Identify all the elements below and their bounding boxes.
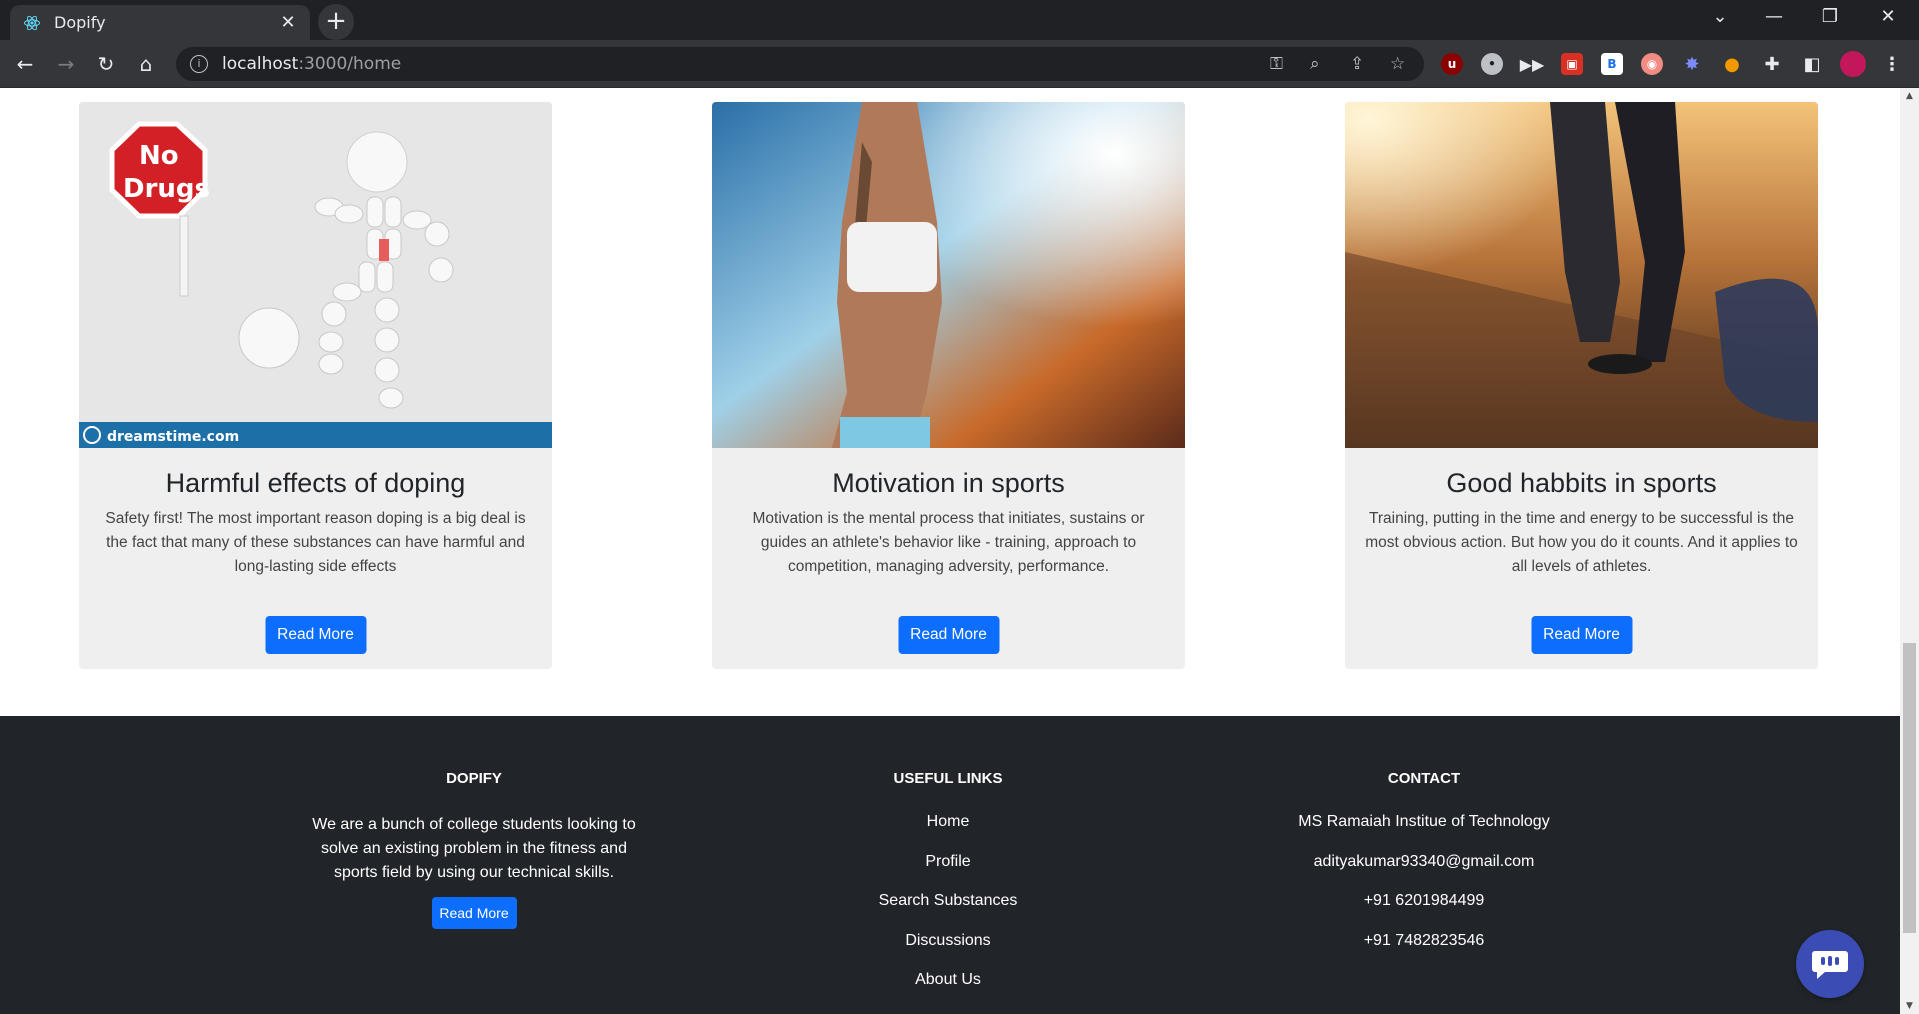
- footer-heading: CONTACT: [1387, 770, 1461, 787]
- close-window-button[interactable]: ✕: [1866, 6, 1910, 27]
- new-tab-button[interactable]: +: [318, 4, 354, 40]
- restore-button[interactable]: ❐: [1808, 6, 1852, 27]
- footer-about-line: We are a bunch of college students looki…: [312, 816, 636, 833]
- watermark-text: dreamstime.com: [107, 429, 239, 445]
- sign-text-no: No: [139, 141, 179, 171]
- card-text: Training, putting in the time and energy…: [1365, 510, 1798, 575]
- tab-close-icon[interactable]: ✕: [278, 12, 298, 33]
- extension-star-icon[interactable]: ✸: [1681, 53, 1703, 75]
- bookmark-star-icon[interactable]: ☆: [1390, 47, 1405, 81]
- contact-email: adityakumar93340@gmail.com: [1313, 852, 1535, 870]
- card-title: Motivation in sports: [832, 468, 1065, 498]
- page-content: No Drugs dreamstime.com Harmful effects …: [0, 88, 1900, 1014]
- footer-about: DOPIFY We are a bunch of college student…: [274, 716, 674, 929]
- card-title: Harmful effects of doping: [165, 468, 466, 498]
- footer-link-search-substances[interactable]: Search Substances: [798, 892, 1098, 932]
- profile-avatar[interactable]: [1840, 51, 1866, 77]
- footer-link-home[interactable]: Home: [798, 813, 1098, 853]
- contact-phone: +91 7482823546: [1363, 931, 1485, 949]
- site-info-icon[interactable]: i: [190, 55, 208, 73]
- card-habits: Good habbits in sports Training, putting…: [1345, 102, 1818, 669]
- browser-toolbar: ← → ↻ ⌂ i localhost:3000/home ⚿ ⌕ ⇪ ☆ u …: [0, 40, 1919, 88]
- forward-icon[interactable]: →: [53, 51, 79, 77]
- footer-useful-links: USEFUL LINKS Home Profile Search Substan…: [798, 716, 1098, 1011]
- side-panel-icon[interactable]: ◧: [1801, 53, 1823, 75]
- card-image-no-drugs: No Drugs dreamstime.com: [79, 102, 552, 448]
- scroll-down-icon[interactable]: ▼: [1900, 998, 1919, 1014]
- card-motivation: Motivation in sports Motivation is the m…: [712, 102, 1185, 669]
- footer-about-line: sports field by using our technical skil…: [333, 864, 615, 881]
- extension-drop-icon[interactable]: ●: [1721, 53, 1743, 75]
- browser-tab[interactable]: Dopify ✕: [10, 5, 310, 40]
- address-bar[interactable]: i localhost:3000/home ⚿ ⌕ ⇪ ☆: [176, 47, 1424, 81]
- card-text: Motivation is the mental process that in…: [752, 510, 1145, 575]
- footer-heading: USEFUL LINKS: [893, 770, 1003, 787]
- url-path: :3000/home: [298, 54, 402, 74]
- browser-tab-strip: Dopify ✕ + ⌄ — ❐ ✕: [0, 0, 1919, 40]
- extension-face-icon[interactable]: ◉: [1641, 53, 1663, 75]
- scroll-up-icon[interactable]: ▲: [1900, 88, 1919, 104]
- sign-text-drugs: Drugs: [123, 174, 210, 204]
- extension-b-icon[interactable]: B: [1601, 53, 1623, 75]
- footer-link-discussions[interactable]: Discussions: [798, 932, 1098, 972]
- home-icon[interactable]: ⌂: [133, 51, 159, 77]
- extensions-puzzle-icon[interactable]: ✚: [1761, 53, 1783, 75]
- footer-read-more-button[interactable]: Read More: [431, 897, 517, 929]
- tab-title: Dopify: [54, 13, 106, 32]
- footer-link-about-us[interactable]: About Us: [798, 971, 1098, 1011]
- extension-red-icon[interactable]: ▣: [1561, 53, 1583, 75]
- url-host: localhost: [222, 54, 299, 74]
- zoom-icon[interactable]: ⌕: [1310, 47, 1320, 81]
- read-more-button[interactable]: Read More: [898, 616, 999, 654]
- back-icon[interactable]: ←: [12, 51, 38, 77]
- menu-kebab-icon[interactable]: ⋮: [1881, 53, 1903, 75]
- contact-institute: MS Ramaiah Institue of Technology: [1298, 813, 1550, 830]
- card-image-runner: [1345, 102, 1818, 448]
- footer-about-line: solve an existing problem in the fitness…: [321, 840, 627, 857]
- read-more-button[interactable]: Read More: [265, 616, 366, 654]
- card-doping: No Drugs dreamstime.com Harmful effects …: [79, 102, 552, 669]
- footer-contact: CONTACT MS Ramaiah Institue of Technolog…: [1224, 716, 1624, 971]
- footer-heading: DOPIFY: [446, 770, 502, 787]
- reload-icon[interactable]: ↻: [93, 51, 119, 77]
- read-more-button[interactable]: Read More: [1531, 616, 1632, 654]
- minimize-button[interactable]: —: [1752, 6, 1796, 27]
- react-icon: [22, 13, 42, 33]
- card-title: Good habbits in sports: [1446, 468, 1717, 498]
- ublock-icon[interactable]: u: [1441, 53, 1463, 75]
- contact-phone: +91 6201984499: [1363, 892, 1485, 909]
- card-image-athlete: [712, 102, 1185, 448]
- key-icon[interactable]: ⚿: [1270, 47, 1283, 81]
- fast-forward-icon[interactable]: ▶▶: [1520, 53, 1545, 75]
- footer: DOPIFY We are a bunch of college student…: [0, 716, 1900, 1014]
- footer-about-text: We are a bunch of college students looki…: [274, 813, 674, 885]
- chat-icon: [1812, 951, 1848, 979]
- tab-search-icon[interactable]: ⌄: [1698, 6, 1742, 27]
- scroll-thumb[interactable]: [1903, 643, 1916, 933]
- share-icon[interactable]: ⇪: [1350, 47, 1364, 81]
- page-scrollbar[interactable]: ▲ ▼: [1900, 88, 1919, 1014]
- card-text: Safety first! The most important reason …: [105, 510, 526, 575]
- footer-link-profile[interactable]: Profile: [798, 853, 1098, 893]
- chat-widget-button[interactable]: [1796, 930, 1864, 998]
- extension-ghost-icon[interactable]: •: [1481, 53, 1503, 75]
